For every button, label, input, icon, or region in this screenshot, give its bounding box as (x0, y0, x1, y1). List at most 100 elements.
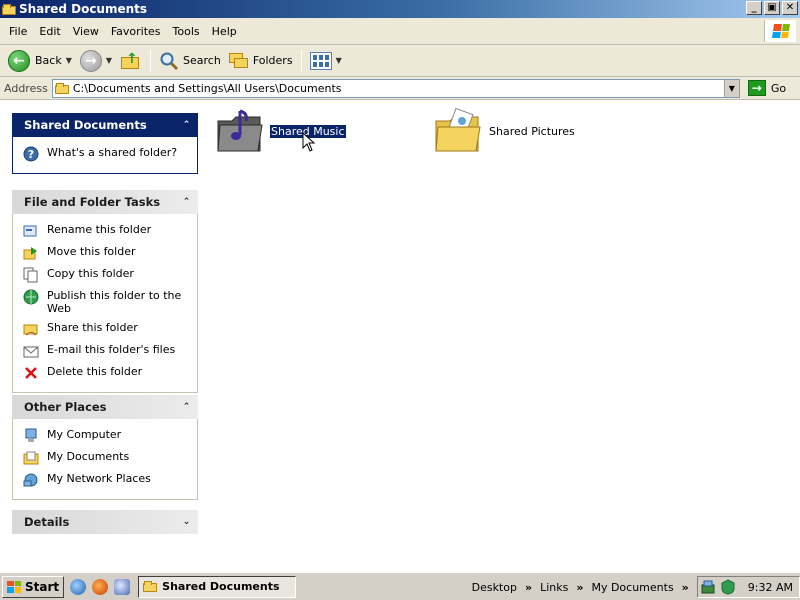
menu-favorites[interactable]: Favorites (105, 25, 167, 38)
start-button[interactable]: Start (2, 575, 65, 598)
forward-dropdown-icon[interactable]: ▼ (106, 56, 112, 65)
chevron-icon[interactable]: » (576, 581, 583, 594)
back-dropdown-icon[interactable]: ▼ (66, 56, 72, 65)
collapse-icon[interactable]: ⌃ (181, 197, 192, 208)
start-label: Start (25, 579, 60, 594)
collapse-icon[interactable]: ⌃ (181, 402, 192, 413)
other-places-header[interactable]: Other Places ⌃ (12, 395, 198, 419)
menu-edit[interactable]: Edit (33, 25, 66, 38)
svg-text:?: ? (28, 148, 34, 161)
place-my-documents[interactable]: My Documents (23, 447, 197, 469)
folders-button[interactable]: Folders (225, 48, 297, 74)
security-tray-icon[interactable] (720, 579, 736, 595)
folder-shared-music[interactable]: Shared Music (216, 107, 347, 155)
up-folder-button[interactable]: ↑ (116, 48, 146, 74)
toolbar-label: Links (540, 580, 569, 594)
music-folder-icon (217, 109, 263, 152)
expand-icon[interactable]: ⌄ (181, 517, 192, 528)
task-publish-web[interactable]: Publish this folder to the Web (23, 286, 197, 318)
address-bar: Address C:\Documents and Settings\All Us… (0, 77, 800, 100)
toolbar-my-documents[interactable]: My Documents » (591, 581, 688, 594)
back-label: Back (35, 54, 62, 67)
forward-button[interactable]: → ▼ (76, 48, 116, 74)
place-label: My Network Places (47, 472, 151, 485)
panel-title: Other Places (24, 400, 107, 414)
toolbar-separator (150, 49, 152, 72)
views-button[interactable]: ▼ (306, 48, 346, 74)
views-dropdown-icon[interactable]: ▼ (336, 56, 342, 65)
collapse-icon[interactable]: ⌃ (181, 120, 192, 131)
file-view: Shared Music Shared Pictures (210, 101, 800, 572)
back-button[interactable]: ← Back ▼ (4, 48, 76, 74)
address-label: Address (4, 81, 48, 95)
panel-title: Details (24, 515, 70, 529)
shared-documents-panel-header[interactable]: Shared Documents ⌃ (12, 113, 198, 137)
shared-documents-panel: Shared Documents ⌃ ? What's a shared fol… (12, 113, 198, 174)
task-label: Rename this folder (47, 223, 152, 236)
file-folder-tasks-panel: File and Folder Tasks ⌃ Rename this fold… (12, 190, 198, 393)
menu-view[interactable]: View (67, 25, 105, 38)
place-my-computer[interactable]: My Computer (23, 425, 197, 447)
task-label: Move this folder (47, 245, 136, 258)
place-my-network[interactable]: My Network Places (23, 469, 197, 491)
address-dropdown-icon[interactable]: ▼ (723, 79, 739, 97)
address-input[interactable]: C:\Documents and Settings\All Users\Docu… (51, 78, 740, 98)
windows-logo-icon (7, 580, 21, 593)
copy-icon (23, 267, 39, 283)
firefox-icon[interactable] (92, 578, 109, 595)
title-bar: Shared Documents _ ▣ ✕ (0, 0, 800, 18)
go-arrow-icon: → (747, 80, 766, 96)
toolbar: ← Back ▼ → ▼ ↑ Search Folders ▼ (0, 45, 800, 77)
task-label: Delete this folder (47, 365, 143, 378)
task-share-folder[interactable]: Share this folder (23, 318, 197, 340)
toolbar-links[interactable]: Links » (540, 581, 583, 594)
chevron-icon[interactable]: » (682, 581, 689, 594)
outlook-express-icon[interactable] (114, 578, 131, 595)
email-icon (23, 343, 39, 359)
task-whats-shared-folder[interactable]: ? What's a shared folder? (23, 143, 197, 165)
task-copy-folder[interactable]: Copy this folder (23, 264, 197, 286)
task-pane: Shared Documents ⌃ ? What's a shared fol… (0, 101, 210, 572)
folder-name[interactable]: Shared Pictures (488, 125, 576, 138)
network-tray-icon[interactable] (700, 579, 716, 595)
place-label: My Documents (47, 450, 130, 463)
details-panel: Details ⌄ (12, 510, 198, 534)
folder-icon (2, 3, 16, 15)
folder-shared-pictures[interactable]: Shared Pictures (434, 107, 576, 155)
window-title: Shared Documents (19, 2, 148, 16)
toolbar-desktop[interactable]: Desktop » (472, 581, 532, 594)
toolbar-label: My Documents (591, 580, 674, 594)
menu-tools[interactable]: Tools (167, 25, 206, 38)
task-delete-folder[interactable]: Delete this folder (23, 362, 197, 384)
address-value[interactable]: C:\Documents and Settings\All Users\Docu… (73, 82, 342, 95)
taskbar: Start Shared Documents Desktop » Links » M… (0, 572, 800, 600)
search-button[interactable]: Search (155, 48, 225, 74)
taskbar-button-shared-documents[interactable]: Shared Documents (138, 575, 297, 598)
internet-explorer-icon[interactable] (70, 578, 87, 595)
task-email-files[interactable]: E-mail this folder's files (23, 340, 197, 362)
task-label: Share this folder (47, 321, 138, 334)
shared-documents-panel-body: ? What's a shared folder? (12, 137, 198, 174)
file-folder-tasks-header[interactable]: File and Folder Tasks ⌃ (12, 190, 198, 214)
quick-launch (70, 578, 131, 595)
folders-icon (228, 52, 249, 69)
minimize-button[interactable]: _ (746, 1, 762, 15)
chevron-icon[interactable]: » (525, 581, 532, 594)
task-move-folder[interactable]: Move this folder (23, 242, 197, 264)
place-label: My Computer (47, 428, 122, 441)
views-icon (309, 51, 332, 70)
close-button[interactable]: ✕ (782, 1, 798, 15)
maximize-button[interactable]: ▣ (764, 1, 780, 15)
help-icon: ? (23, 146, 39, 162)
clock[interactable]: 9:32 AM (748, 581, 793, 594)
file-folder-tasks-body: Rename this folder Move this folder Copy… (12, 214, 198, 393)
go-button[interactable]: → Go (747, 80, 786, 96)
menu-file[interactable]: File (3, 25, 33, 38)
mouse-cursor-icon (302, 132, 316, 152)
folders-label: Folders (252, 54, 293, 67)
details-header[interactable]: Details ⌄ (12, 510, 198, 534)
task-rename-folder[interactable]: Rename this folder (23, 220, 197, 242)
my-documents-icon (23, 450, 39, 466)
menu-bar: File Edit View Favorites Tools Help (0, 18, 800, 45)
menu-help[interactable]: Help (206, 25, 243, 38)
